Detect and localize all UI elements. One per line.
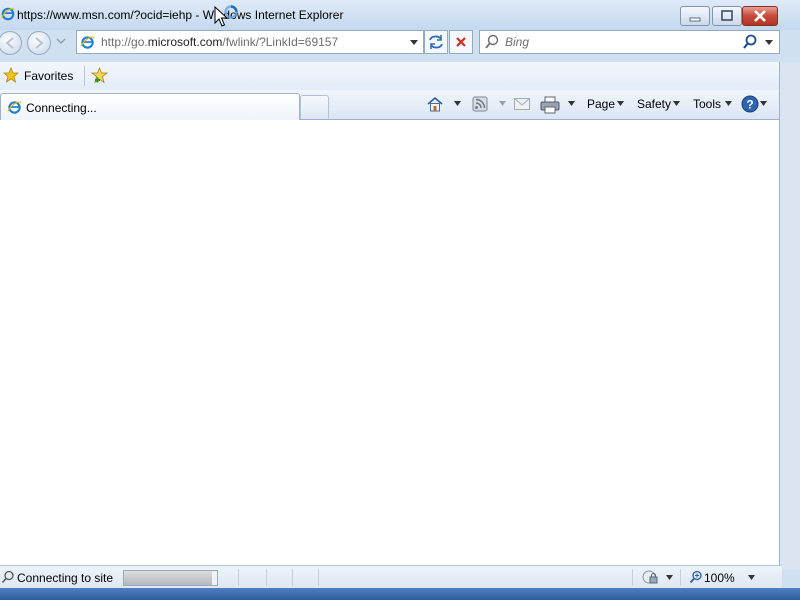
favorites-button[interactable]: Favorites [0,62,78,90]
search-placeholder: Bing [505,35,530,49]
svg-text:?: ? [746,98,753,112]
help-icon[interactable]: ? [741,95,759,113]
protected-mode-icon[interactable] [641,569,659,586]
tools-dropdown-icon[interactable] [725,101,732,106]
status-separator [632,569,633,586]
home-icon[interactable] [426,96,444,112]
print-dropdown-icon[interactable] [568,101,575,106]
tab-row: Connecting... Page Safety Tools ? [0,90,780,120]
favorites-star-icon [3,67,19,83]
address-dropdown-icon[interactable] [409,38,419,46]
zoom-icon[interactable] [689,570,703,584]
zoom-level[interactable]: 100% [704,571,735,585]
status-separator [318,569,319,586]
status-separator [292,569,293,586]
busy-spinner-icon [224,5,238,19]
feeds-dropdown-icon[interactable] [499,101,506,106]
page-content-area[interactable] [0,120,779,565]
status-separator [680,569,681,586]
search-icon [485,34,499,49]
status-separator [266,569,267,586]
recent-pages-dropdown-icon[interactable] [56,36,66,46]
maximize-button[interactable] [712,6,742,26]
back-button[interactable] [0,31,22,55]
page-dropdown-icon[interactable] [617,101,624,106]
forward-button[interactable] [27,31,51,55]
address-bar[interactable]: http://go.microsoft.com/fwlink/?LinkId=6… [76,30,424,54]
favorites-bar: Favorites [0,62,780,91]
zoom-dropdown-icon[interactable] [748,575,755,580]
status-separator [238,569,239,586]
refresh-button[interactable] [424,30,448,54]
window-title: https://www.msn.com/?ocid=iehp - Windows… [17,8,344,22]
forward-arrow-icon [35,37,44,49]
favorites-separator [84,66,85,86]
search-go-icon[interactable] [742,34,758,50]
close-icon [754,10,766,22]
home-dropdown-icon[interactable] [454,101,461,106]
safety-menu[interactable]: Safety [637,97,671,111]
safety-dropdown-icon[interactable] [673,101,680,106]
ie-page-icon [80,36,95,49]
status-bar: Connecting to site 100% [0,565,782,589]
feeds-icon[interactable] [472,96,488,112]
refresh-icon [429,35,443,49]
status-search-icon [1,570,14,584]
new-tab-button[interactable] [300,95,329,119]
stop-x-icon [456,37,466,47]
taskbar-edge [0,588,800,600]
search-box[interactable]: Bing [479,30,780,54]
page-menu[interactable]: Page [587,97,615,111]
add-to-favorites-bar-icon[interactable] [91,67,108,84]
close-button[interactable] [742,6,778,26]
stop-button[interactable] [449,30,473,54]
ie-logo-icon [1,7,15,21]
protected-mode-dropdown-icon[interactable] [666,575,673,580]
back-arrow-icon [5,37,14,49]
tools-menu[interactable]: Tools [693,97,721,111]
search-options-dropdown-icon[interactable] [764,38,774,46]
favorites-label: Favorites [24,69,74,83]
ie-tab-icon [7,101,22,114]
tab-connecting[interactable]: Connecting... [0,93,300,120]
minimize-button[interactable] [680,6,710,26]
status-text: Connecting to site [17,571,114,585]
tab-label: Connecting... [26,101,97,115]
minimize-icon [689,17,701,22]
navigation-bar: http://go.microsoft.com/fwlink/?LinkId=6… [0,30,800,60]
help-dropdown-icon[interactable] [760,101,767,106]
read-mail-icon[interactable] [514,98,530,110]
progress-fill [124,571,213,585]
print-icon[interactable] [540,96,560,114]
progress-bar [123,570,218,586]
title-bar[interactable]: https://www.msn.com/?ocid=iehp - Windows… [0,0,800,30]
restore-icon [721,10,733,21]
window-right-edge [779,62,800,570]
address-url[interactable]: http://go.microsoft.com/fwlink/?LinkId=6… [101,35,338,49]
